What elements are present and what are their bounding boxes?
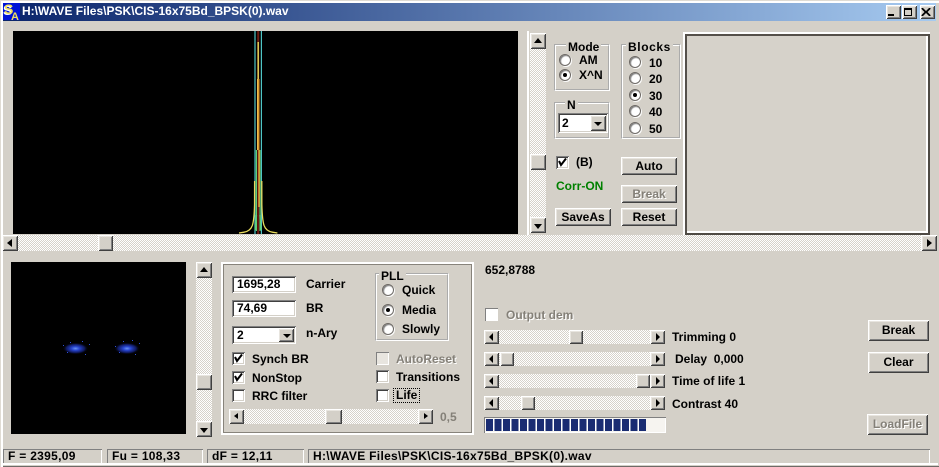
svg-text:A: A: [11, 11, 19, 20]
